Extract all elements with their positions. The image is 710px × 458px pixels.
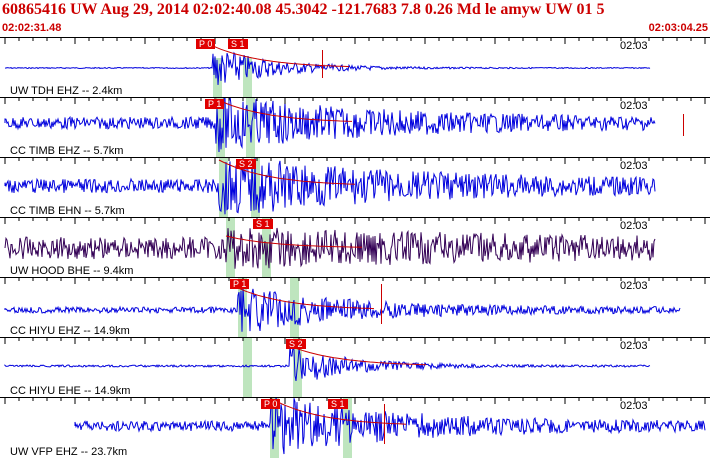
trace-panel-timb-ehz[interactable]: P 1 02:03 CC TIMB EHZ -- 5.7km bbox=[0, 97, 710, 158]
start-time: 02:02:31.48 bbox=[2, 22, 62, 34]
p-pick-flag[interactable]: P 0 bbox=[261, 399, 281, 409]
s-pick-flag[interactable]: S 1 bbox=[328, 399, 348, 409]
clock-label: 02:03 bbox=[620, 220, 648, 232]
station-label: CC TIMB EHZ -- 5.7km bbox=[10, 145, 124, 157]
p-pick-flag[interactable]: P 1 bbox=[230, 279, 250, 289]
trace-panel-hiyu-ehz[interactable]: P 1 02:03 CC HIYU EHZ -- 14.9km bbox=[0, 277, 710, 338]
seismogram-viewer: { "header": { "event_line": "60865416 UW… bbox=[0, 0, 710, 458]
clock-label: 02:03 bbox=[620, 340, 648, 352]
station-label: CC HIYU EHZ -- 14.9km bbox=[10, 325, 130, 337]
station-label: CC HIYU EHE -- 14.9km bbox=[10, 385, 131, 397]
clock-label: 02:03 bbox=[620, 40, 648, 52]
trace-panel-tdh-ehz[interactable]: P 0 S 1 02:03 UW TDH EHZ -- 2.4km bbox=[0, 37, 710, 98]
s-pick-flag[interactable]: S 1 bbox=[253, 219, 273, 229]
end-time: 02:03:04.25 bbox=[648, 22, 708, 34]
station-label: UW HOOD BHE -- 9.4km bbox=[10, 265, 134, 277]
clock-label: 02:03 bbox=[620, 280, 648, 292]
s-pick-flag[interactable]: S 2 bbox=[286, 339, 306, 349]
event-header: 60865416 UW Aug 29, 2014 02:02:40.08 45.… bbox=[2, 1, 605, 18]
trace-panel-timb-ehn[interactable]: S 2 02:03 CC TIMB EHN -- 5.7km bbox=[0, 157, 710, 218]
coda-marker bbox=[381, 284, 382, 324]
p-pick-flag[interactable]: P 0 bbox=[196, 39, 216, 49]
coda-marker bbox=[322, 50, 323, 78]
station-label: UW TDH EHZ -- 2.4km bbox=[10, 85, 123, 97]
clock-label: 02:03 bbox=[620, 100, 648, 112]
coda-marker bbox=[384, 404, 385, 444]
coda-marker bbox=[683, 114, 684, 136]
s-pick-flag[interactable]: S 2 bbox=[236, 159, 256, 169]
station-label: UW VFP EHZ -- 23.7km bbox=[10, 446, 128, 458]
s-pick-flag[interactable]: S 1 bbox=[228, 39, 248, 49]
clock-label: 02:03 bbox=[620, 160, 648, 172]
trace-panel-hood-bhe[interactable]: S 1 02:03 UW HOOD BHE -- 9.4km bbox=[0, 217, 710, 278]
station-label: CC TIMB EHN -- 5.7km bbox=[10, 205, 125, 217]
p-pick-flag[interactable]: P 1 bbox=[205, 99, 225, 109]
clock-label: 02:03 bbox=[620, 400, 648, 412]
trace-panel-vfp-ehz[interactable]: P 0 S 1 02:03 UW VFP EHZ -- 23.7km bbox=[0, 397, 710, 458]
trace-panel-hiyu-ehe[interactable]: S 2 02:03 CC HIYU EHE -- 14.9km bbox=[0, 337, 710, 398]
